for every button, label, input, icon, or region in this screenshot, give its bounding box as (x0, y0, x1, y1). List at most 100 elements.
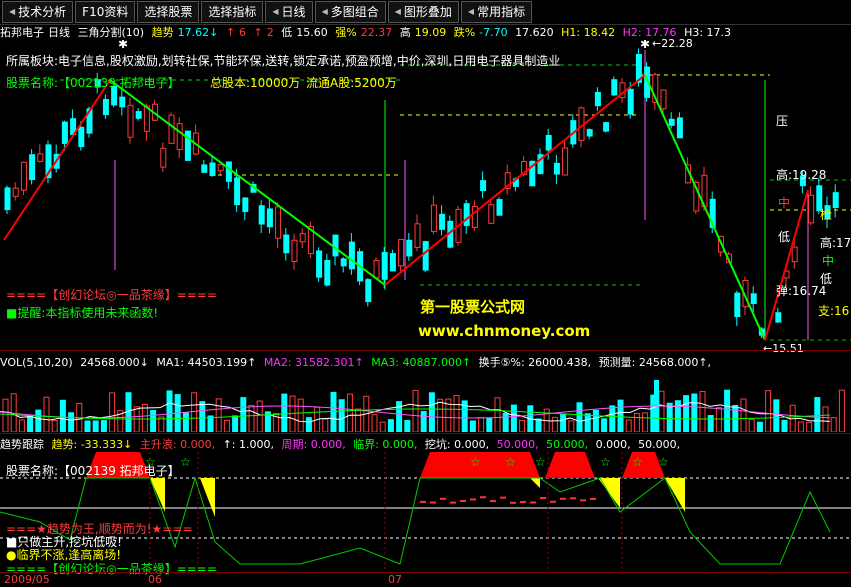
candle-body (399, 239, 404, 265)
volume-bar (593, 410, 598, 432)
forum-label: ====【创幻论坛◎一品茶缘】==== (6, 286, 217, 303)
volume-bar (454, 396, 459, 432)
star-icon: ✱ (640, 40, 650, 51)
candle-body (235, 178, 240, 205)
label-jian: 检 (820, 206, 832, 223)
volume-bar (216, 399, 221, 432)
volume-bar (749, 419, 754, 432)
low-label: 低 (281, 26, 292, 39)
volume-bar (561, 414, 566, 432)
volume-bar (438, 399, 443, 432)
volume-bar (298, 399, 303, 432)
candle-body (349, 242, 354, 269)
candle-body (120, 97, 125, 107)
candle-body (776, 313, 781, 322)
volume-bar (388, 420, 393, 432)
toolbar-button-5[interactable]: ◀ 多图组合 (315, 1, 386, 23)
watermark-url: www.chnmoney.com (418, 322, 590, 340)
indicator-name[interactable]: 三角分割(10) (78, 26, 145, 39)
candle-body (563, 148, 568, 175)
candle-body (415, 224, 420, 248)
volume-bar (839, 390, 844, 432)
up2-value: 2 (267, 26, 274, 39)
candle-body (595, 92, 600, 105)
volume-bar (380, 422, 385, 432)
label-tan: 弹:16.74 (776, 282, 826, 299)
star-icon: ☆ (180, 455, 191, 469)
toolbar-button-label: 常用指标 (477, 2, 525, 22)
volume-chart[interactable] (0, 370, 851, 432)
toolbar-button-1[interactable]: F10资料 (75, 1, 135, 23)
volume-bar (675, 401, 680, 432)
candle-body (210, 163, 215, 175)
toolbar-button-0[interactable]: ◀ 技术分析 (2, 1, 73, 23)
candle-body (325, 261, 330, 285)
candle-body (735, 293, 740, 316)
tick-mark (570, 497, 576, 499)
volume-bar (183, 413, 188, 432)
candle-body (103, 99, 108, 114)
volume-bar (807, 423, 812, 432)
period-label[interactable]: 日线 (48, 26, 70, 39)
volume-bar (200, 402, 205, 432)
volume-bar (503, 413, 508, 432)
tick-mark (530, 502, 536, 504)
volume-bar (536, 419, 541, 432)
toolbar-button-2[interactable]: 选择股票 (137, 1, 199, 23)
volume-bar (626, 420, 631, 432)
toolbar: ◀ 技术分析 F10资料 选择股票 选择指标 ◀ 日线 ◀ 多图组合 ◀ 图形叠加 ◀ 常用指标 (0, 0, 851, 25)
tick-mark (450, 502, 456, 504)
trend-dig: 挖坑: 0.000, (425, 438, 489, 451)
volume-bar (208, 416, 213, 432)
candle-body (390, 254, 395, 271)
candle-body (366, 280, 371, 302)
trend-line-up (4, 80, 110, 240)
vol-label: VOL(5,10,20) (0, 356, 73, 369)
candle-body (341, 259, 346, 266)
volume-bar (741, 399, 746, 432)
vol-turnover: 换手⑤%: 26000.438, (479, 356, 592, 369)
sector-info: 所属板块:电子信息,股权激励,划转社保,节能环保,送转,锁定承诺,预盈预增,中价… (6, 52, 560, 69)
up2-label: ↑ (254, 26, 263, 39)
volume-bar (151, 410, 156, 432)
trend-v50c: 50.000, (638, 438, 680, 451)
label-gao: 高:19.28 (776, 166, 826, 183)
star-icon: ☆ (632, 455, 643, 469)
main-up-fill (545, 452, 595, 478)
star-icon: ☆ (505, 455, 516, 469)
tick-mark (460, 500, 466, 502)
volume-bar (831, 418, 836, 432)
candle-body (554, 163, 559, 174)
volume-bar (306, 418, 311, 432)
label-ya: 压 (776, 112, 788, 129)
label-zhong: 中 (778, 194, 790, 211)
toolbar-button-4[interactable]: ◀ 日线 (265, 1, 312, 23)
toolbar-button-7[interactable]: ◀ 常用指标 (461, 1, 532, 23)
star-icon: ☆ (600, 455, 611, 469)
candle-body (169, 115, 174, 143)
candle-body (333, 235, 338, 256)
toolbar-button-6[interactable]: ◀ 图形叠加 (388, 1, 459, 23)
volume-bar (708, 416, 713, 432)
tick-mark (550, 501, 556, 503)
trend-critical: 临界: 0.000, (353, 438, 417, 451)
trend-line-down (110, 80, 385, 285)
candle-body (267, 209, 272, 227)
trend-line-down (645, 75, 765, 340)
h1-value: H1: 18.42 (561, 26, 615, 39)
candle-body (13, 188, 18, 196)
volume-bar (126, 393, 131, 432)
volume-bar (585, 414, 590, 432)
dropdown-arrow-icon: ◀ (395, 2, 401, 22)
tick-mark (430, 502, 436, 504)
volume-bar (290, 396, 295, 432)
volume-bar (323, 419, 328, 432)
toolbar-button-3[interactable]: 选择指标 (201, 1, 263, 23)
tick-mark (520, 501, 526, 503)
trend-name-line: 股票名称:【002139 拓邦电子】 (6, 462, 180, 479)
volume-bar (36, 410, 41, 432)
trend-line-up (385, 75, 645, 285)
star-icon: ✱ (118, 40, 128, 51)
candle-body (464, 204, 469, 226)
volume-bar (634, 413, 639, 432)
